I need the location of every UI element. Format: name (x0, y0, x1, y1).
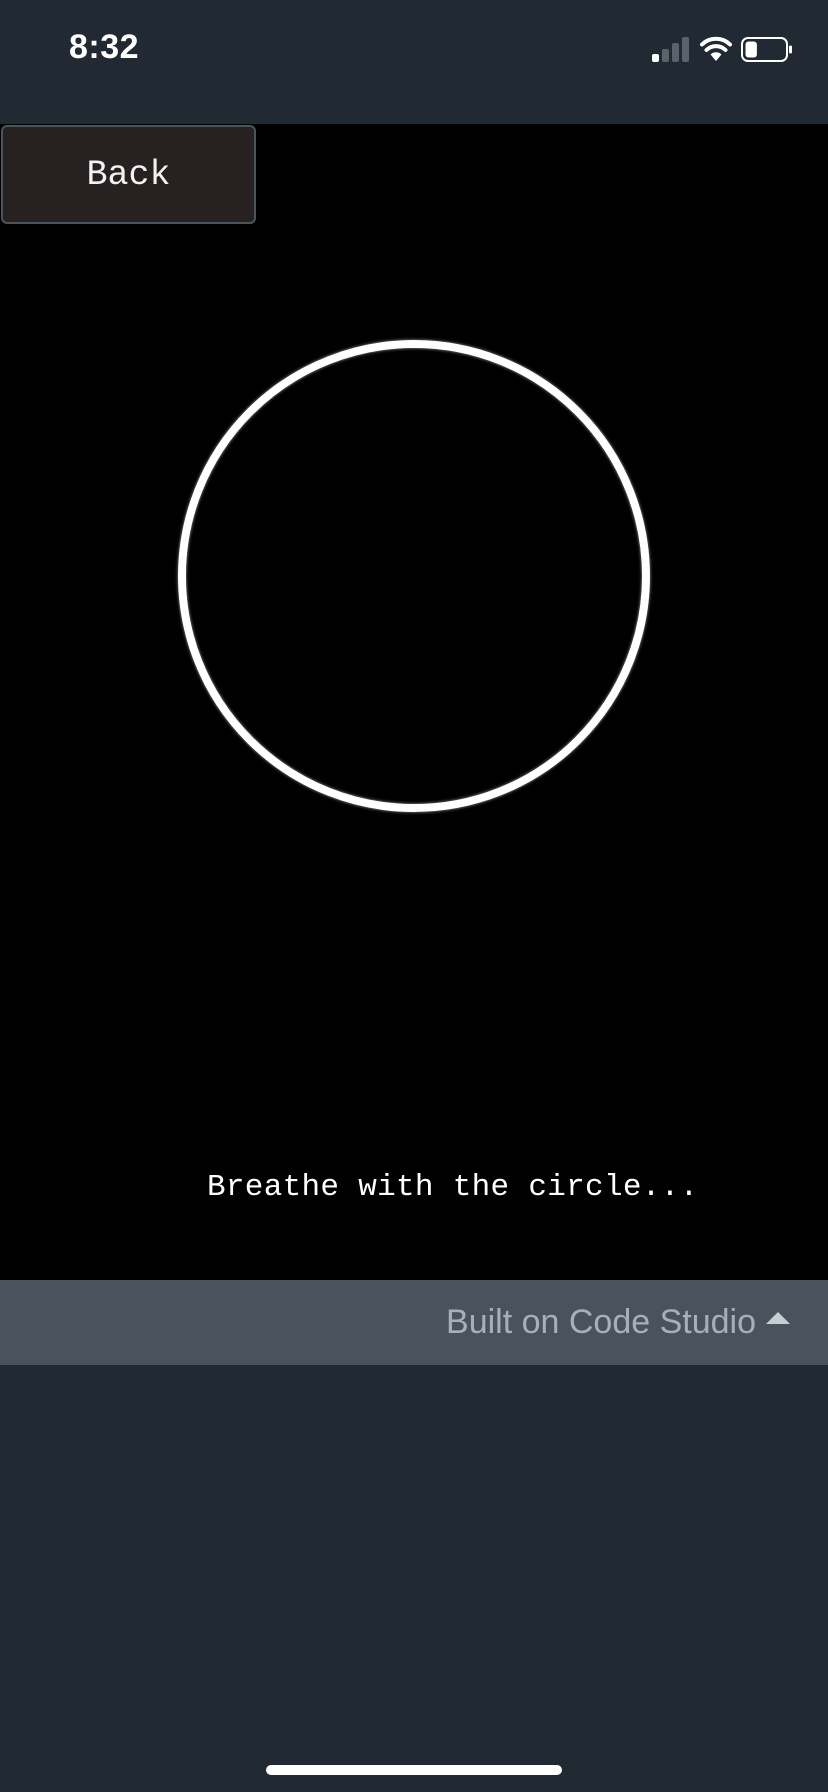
caret-up-icon (766, 1311, 790, 1324)
footer-label: Built on Code Studio (446, 1303, 756, 1341)
back-button[interactable]: Back (1, 125, 256, 224)
instruction-text: Breathe with the circle... (207, 1170, 699, 1205)
home-indicator[interactable] (266, 1765, 562, 1775)
breathing-circle (178, 340, 650, 812)
built-on-code-studio-bar[interactable]: Built on Code Studio (0, 1280, 828, 1365)
status-time: 8:32 (69, 28, 140, 66)
cellular-signal-icon (652, 36, 692, 62)
battery-icon (741, 37, 792, 62)
app-canvas: Back Breathe with the circle... (0, 124, 828, 1280)
wifi-icon (700, 36, 732, 61)
status-bar: 8:32 (0, 0, 828, 124)
